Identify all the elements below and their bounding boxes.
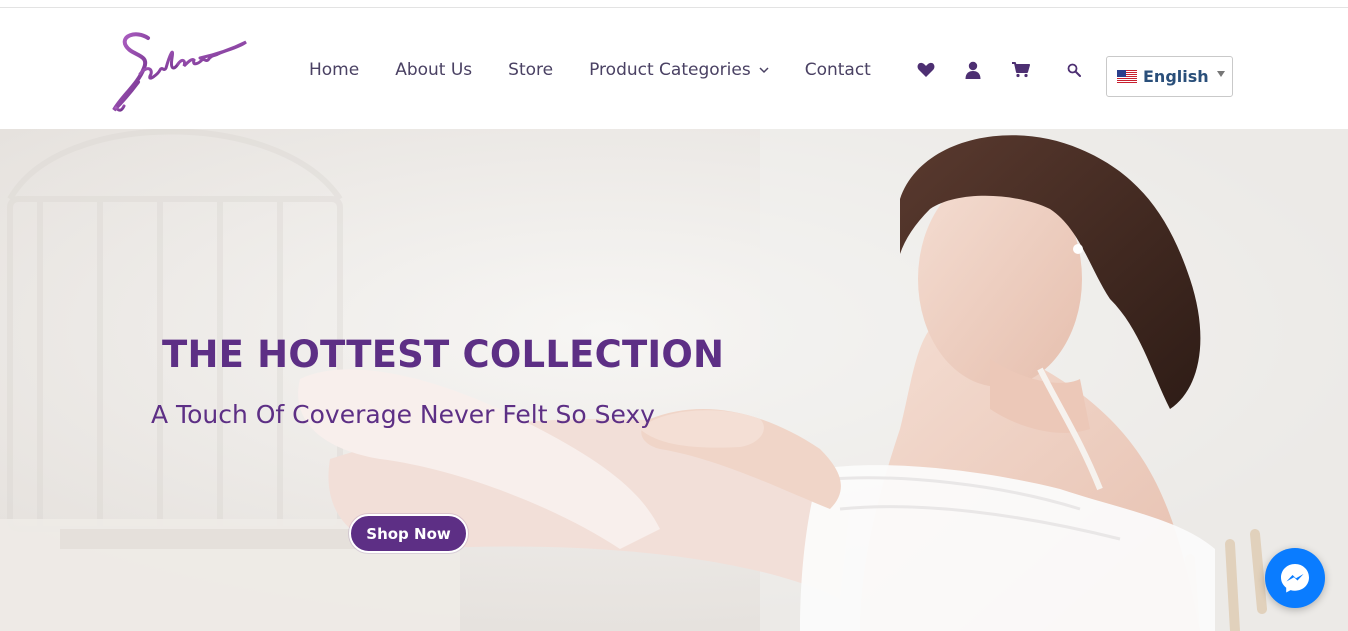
account-button[interactable] <box>961 58 985 82</box>
nav-store[interactable]: Store <box>508 60 553 80</box>
caret-down-icon <box>1217 71 1225 77</box>
language-label: English <box>1143 67 1209 86</box>
nav-store-label: Store <box>508 60 554 80</box>
site-header: Home About Us Store Product Categories C… <box>0 8 1348 129</box>
messenger-chat-button[interactable] <box>1265 548 1325 608</box>
sabina-logo[interactable] <box>108 24 253 116</box>
wishlist-button[interactable] <box>914 58 938 82</box>
nav-product-categories[interactable]: Product Categories <box>589 60 769 80</box>
nav-contact-label: Contact <box>804 60 871 80</box>
search-button[interactable] <box>1062 58 1086 82</box>
nav-product-categories-label: Product Categories <box>589 60 751 80</box>
hero-title: THE HOTTEST COLLECTION <box>162 333 725 376</box>
main-nav: Home About Us Store Product Categories C… <box>309 58 871 82</box>
nav-home-label: Home <box>309 60 360 80</box>
chevron-down-icon <box>759 67 769 74</box>
search-icon <box>1067 63 1081 77</box>
cart-icon <box>1012 62 1030 78</box>
top-border <box>0 0 1348 8</box>
messenger-icon <box>1281 564 1309 593</box>
hero-subtitle: A Touch Of Coverage Never Felt So Sexy <box>151 400 655 429</box>
us-flag-icon <box>1117 70 1137 83</box>
header-actions <box>914 58 1086 82</box>
nav-contact[interactable]: Contact <box>805 60 871 80</box>
shop-now-button[interactable]: Shop Now <box>349 514 468 553</box>
nav-about-us[interactable]: About Us <box>395 60 472 80</box>
cart-button[interactable] <box>1009 58 1033 82</box>
user-icon <box>965 61 981 79</box>
language-selector[interactable]: English <box>1106 56 1233 97</box>
hero-image <box>0 129 1348 631</box>
nav-about-us-label: About Us <box>395 60 473 80</box>
hero-banner: THE HOTTEST COLLECTION A Touch Of Covera… <box>0 129 1348 631</box>
nav-home[interactable]: Home <box>309 60 359 80</box>
heart-icon <box>917 62 935 77</box>
